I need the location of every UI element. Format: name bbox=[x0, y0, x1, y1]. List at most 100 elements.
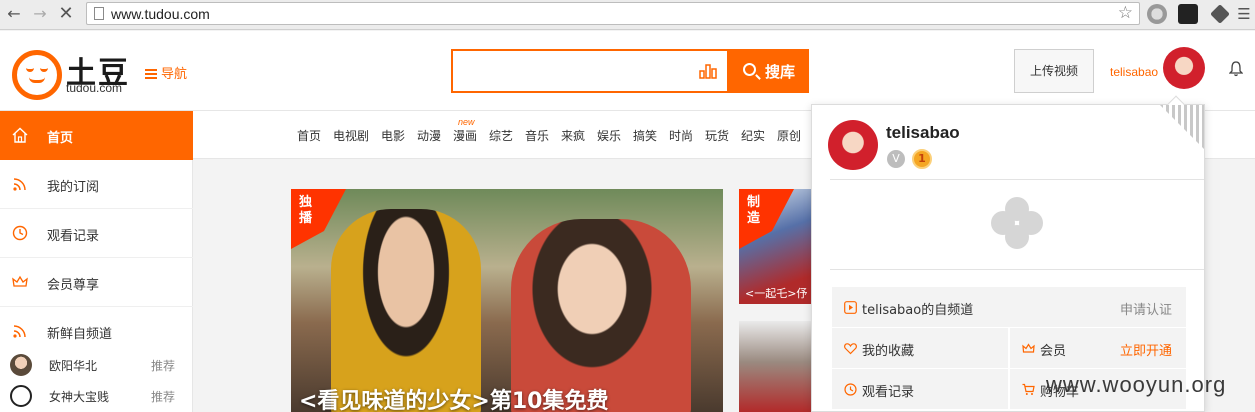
featured-banner[interactable]: 独播 <看见味道的少女>第10集免费 bbox=[291, 189, 723, 412]
rss-icon bbox=[13, 325, 26, 338]
crown-icon bbox=[1022, 343, 1035, 353]
url-text: www.tudou.com bbox=[111, 6, 210, 22]
sidebar-item-label: 新鲜自频道 bbox=[47, 327, 113, 342]
nav-menu-label: 导航 bbox=[161, 67, 188, 82]
globe-extension-icon[interactable] bbox=[1147, 4, 1167, 24]
banner-image bbox=[331, 209, 481, 412]
category-music[interactable]: 音乐 bbox=[525, 127, 549, 144]
production-badge: 制造 bbox=[747, 195, 761, 226]
verified-badge[interactable]: V bbox=[887, 150, 905, 168]
apply-certification-link[interactable]: 申请认证 bbox=[1120, 299, 1172, 318]
sidebar-item-label: 观看记录 bbox=[47, 229, 100, 244]
tudou-logo-icon[interactable] bbox=[12, 50, 62, 100]
stop-loading-icon[interactable]: ✕ bbox=[56, 4, 76, 24]
search-box bbox=[451, 49, 729, 93]
sidebar-item-history[interactable]: 观看记录 bbox=[0, 209, 193, 258]
bookmark-star-icon[interactable]: ☆ bbox=[1118, 3, 1133, 23]
home-icon bbox=[12, 127, 28, 143]
upload-video-button[interactable]: 上传视频 bbox=[1014, 49, 1094, 93]
bell-icon[interactable] bbox=[1229, 61, 1243, 77]
forward-arrow-icon[interactable]: → bbox=[30, 4, 50, 24]
menu-icon[interactable]: ☰ bbox=[1234, 4, 1254, 24]
banner-caption[interactable]: <看见味道的少女>第10集免费 bbox=[299, 383, 608, 412]
category-variety[interactable]: 综艺 bbox=[489, 127, 513, 144]
avatar[interactable] bbox=[828, 120, 878, 170]
ranking-chart-icon[interactable] bbox=[699, 63, 717, 79]
user-dropdown: telisabao V 1 telisabao的自频道 申请认证 我的收藏 会员… bbox=[811, 95, 1205, 412]
back-arrow-icon[interactable]: ← bbox=[4, 4, 24, 24]
my-channel-label: telisabao的自频道 bbox=[862, 303, 974, 318]
recommend-tag: 推荐 bbox=[151, 390, 176, 404]
category-movie[interactable]: 电影 bbox=[381, 127, 405, 144]
crown-icon bbox=[12, 275, 28, 287]
watermark: www.wooyun.org bbox=[1046, 372, 1227, 397]
membership-row[interactable]: 会员 立即开通 bbox=[1010, 328, 1186, 368]
exclusive-badge: 独播 bbox=[299, 195, 313, 226]
category-home[interactable]: 首页 bbox=[297, 127, 321, 144]
list-item[interactable]: 欧阳华北 推荐 bbox=[0, 352, 193, 382]
search-input[interactable] bbox=[455, 53, 685, 89]
page-icon bbox=[94, 7, 104, 20]
logo-domain: tudou.com bbox=[66, 81, 123, 95]
channel-name: 欧阳华北 bbox=[49, 359, 98, 373]
sidebar-item-label: 我的订阅 bbox=[47, 180, 100, 195]
browser-toolbar: ← → ✕ www.tudou.com ☆ ☰ bbox=[0, 0, 1255, 30]
rss-icon bbox=[13, 178, 26, 191]
side-banner-caption: <一起乇>伃 bbox=[745, 287, 808, 300]
watch-history-label: 观看记录 bbox=[862, 385, 915, 400]
sidebar: 首页 我的订阅 观看记录 会员尊享 新鲜自频道 欧阳华北 推荐 女神大宝贱 推荐 bbox=[0, 111, 193, 412]
channel-name: 女神大宝贱 bbox=[49, 390, 110, 404]
qr-code-icon[interactable] bbox=[1160, 105, 1204, 149]
search-button[interactable]: 搜库 bbox=[729, 49, 809, 93]
hamburger-icon bbox=[145, 69, 157, 79]
cart-icon bbox=[1022, 383, 1035, 395]
activate-now-link[interactable]: 立即开通 bbox=[1120, 340, 1172, 359]
avatar bbox=[10, 354, 32, 376]
list-item[interactable]: 女神大宝贱 推荐 bbox=[0, 383, 193, 412]
category-laifeng[interactable]: 来疯 bbox=[561, 127, 585, 144]
channel-play-icon bbox=[844, 301, 857, 314]
sidebar-item-home[interactable]: 首页 bbox=[0, 111, 193, 160]
search-button-label: 搜库 bbox=[765, 63, 796, 81]
header-avatar[interactable] bbox=[1163, 47, 1205, 89]
category-original[interactable]: 原创 bbox=[777, 127, 801, 144]
nav-menu-button[interactable]: 导航 bbox=[145, 63, 187, 82]
mask-extension-icon[interactable] bbox=[1178, 4, 1198, 24]
level-badge[interactable]: 1 bbox=[912, 149, 932, 169]
search-icon bbox=[743, 63, 756, 76]
sidebar-item-label: 会员尊享 bbox=[47, 278, 100, 293]
divider bbox=[830, 269, 1204, 270]
sidebar-item-vip[interactable]: 会员尊享 bbox=[0, 258, 193, 307]
header-username[interactable]: telisabao bbox=[1110, 65, 1158, 79]
category-documentary[interactable]: 纪实 bbox=[741, 127, 765, 144]
category-funny[interactable]: 搞笑 bbox=[633, 127, 657, 144]
category-gadgets[interactable]: 玩货 bbox=[705, 127, 729, 144]
membership-label: 会员 bbox=[1040, 344, 1067, 359]
side-banner[interactable]: 制造 <一起乇>伃 bbox=[739, 189, 811, 304]
sidebar-item-subscriptions[interactable]: 我的订阅 bbox=[0, 160, 193, 209]
category-tv[interactable]: 电视剧 bbox=[333, 127, 369, 144]
sidebar-item-fresh-channels[interactable]: 新鲜自频道 bbox=[0, 307, 193, 356]
favorites-label: 我的收藏 bbox=[862, 344, 915, 359]
clock-icon bbox=[12, 225, 28, 241]
address-bar[interactable]: www.tudou.com ☆ bbox=[86, 2, 1140, 25]
divider bbox=[830, 179, 1204, 180]
avatar bbox=[10, 385, 32, 407]
my-channel-row[interactable]: telisabao的自频道 申请认证 bbox=[832, 287, 1186, 327]
clock-icon bbox=[844, 383, 857, 396]
side-banner[interactable] bbox=[739, 321, 811, 412]
favorites-row[interactable]: 我的收藏 bbox=[832, 328, 1008, 368]
diamond-extension-icon[interactable] bbox=[1210, 4, 1230, 24]
category-entertainment[interactable]: 娱乐 bbox=[597, 127, 621, 144]
category-fashion[interactable]: 时尚 bbox=[669, 127, 693, 144]
sidebar-item-label: 首页 bbox=[47, 131, 74, 146]
category-comics[interactable]: 漫画 bbox=[453, 127, 477, 144]
dropdown-username[interactable]: telisabao bbox=[886, 123, 960, 143]
heart-icon bbox=[844, 343, 857, 355]
new-badge: new bbox=[458, 117, 475, 127]
site-header: 土豆 tudou.com 导航 搜库 上传视频 telisabao bbox=[0, 31, 1255, 111]
watch-history-row[interactable]: 观看记录 bbox=[832, 369, 1008, 409]
recommend-tag: 推荐 bbox=[151, 359, 176, 373]
placeholder-logo-icon bbox=[991, 197, 1043, 249]
category-anime[interactable]: 动漫 bbox=[417, 127, 441, 144]
